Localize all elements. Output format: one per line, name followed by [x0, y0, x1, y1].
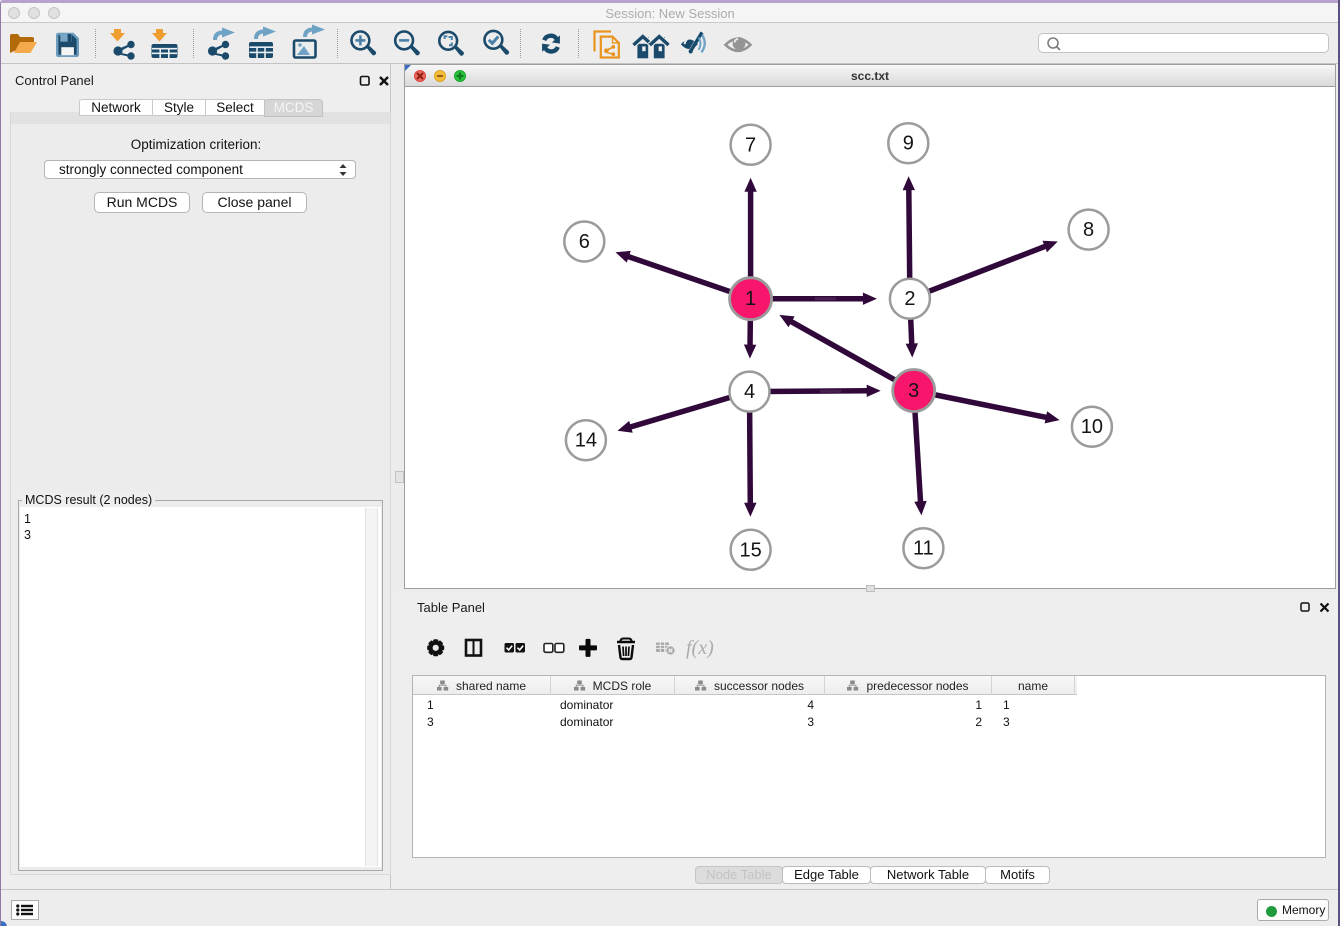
svg-text:14: 14 [575, 430, 597, 452]
svg-text:1: 1 [745, 288, 756, 310]
svg-text:10: 10 [1081, 416, 1103, 438]
svg-text:15: 15 [739, 539, 761, 561]
svg-text:2: 2 [904, 288, 915, 310]
svg-text:9: 9 [903, 133, 914, 155]
svg-text:4: 4 [744, 381, 755, 403]
svg-text:f(x): f(x) [686, 637, 714, 659]
svg-text:6: 6 [579, 231, 590, 253]
svg-text:7: 7 [745, 134, 756, 156]
svg-text:3: 3 [908, 380, 919, 402]
svg-text:8: 8 [1083, 219, 1094, 241]
svg-text:11: 11 [913, 538, 934, 560]
